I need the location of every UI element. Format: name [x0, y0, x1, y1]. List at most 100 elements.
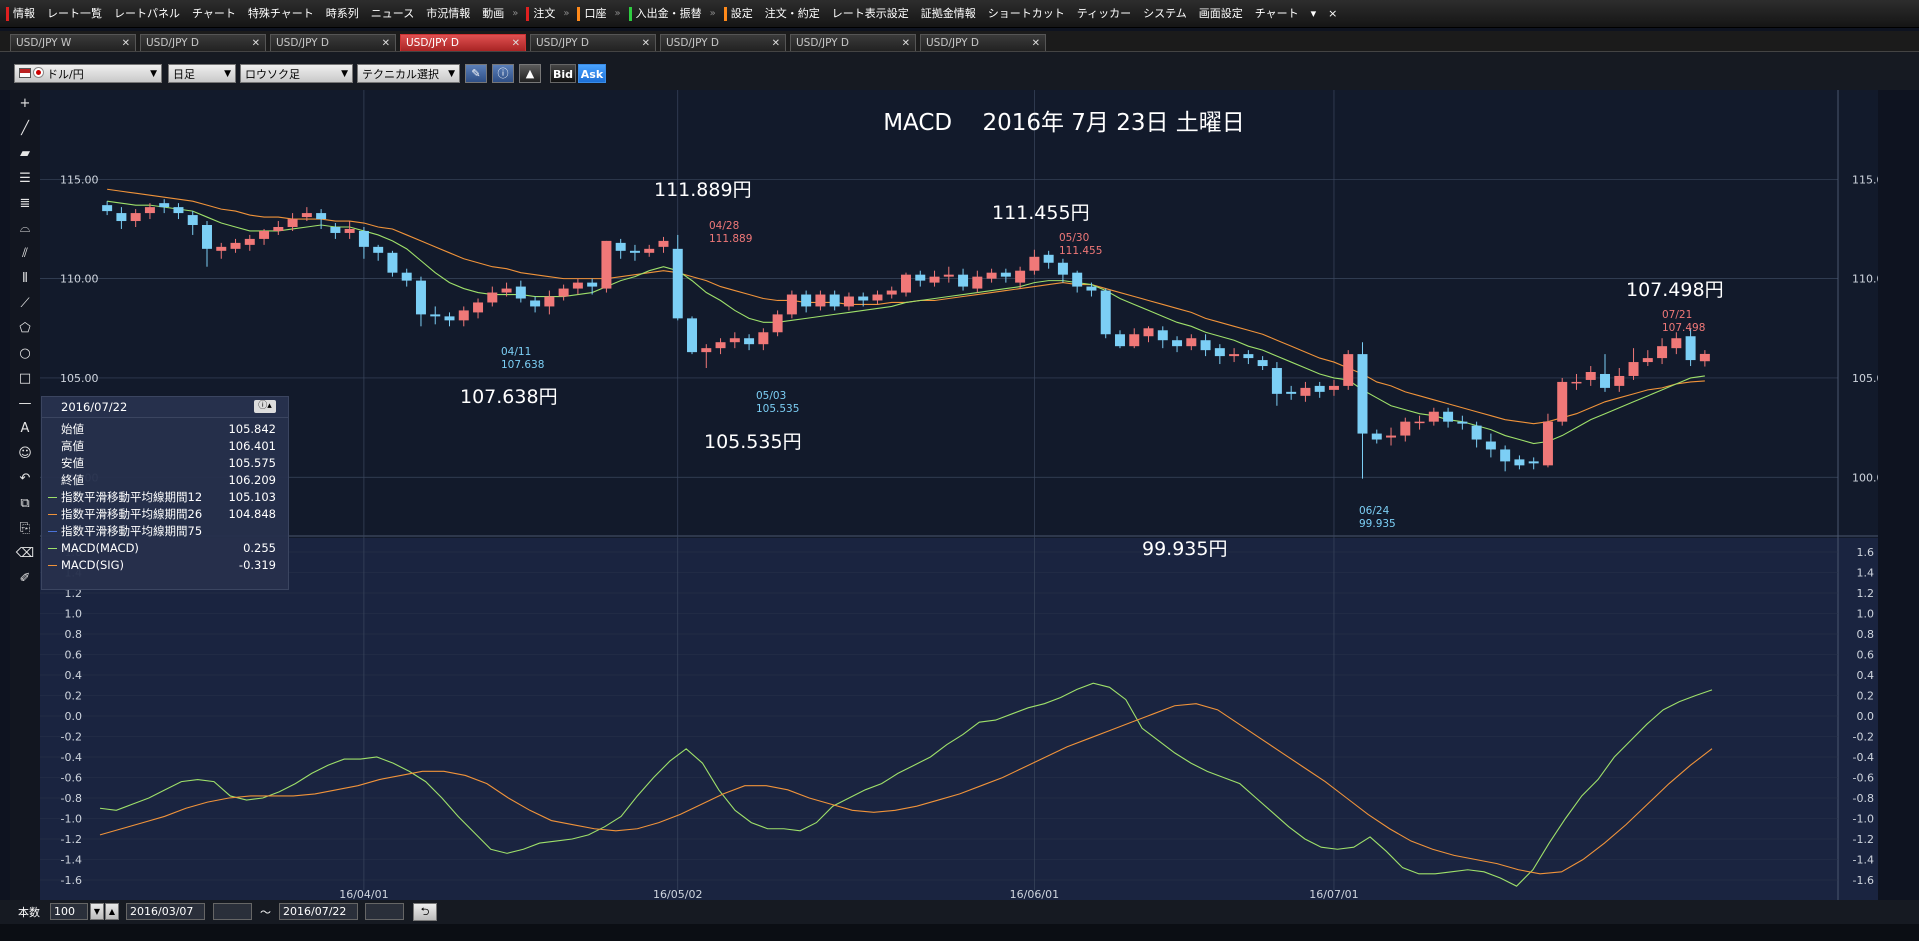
- crosshair-icon[interactable]: +: [14, 94, 36, 114]
- menu-item[interactable]: システム: [1137, 0, 1193, 27]
- eraser-icon[interactable]: ⌫: [14, 544, 36, 564]
- close-tab-icon[interactable]: ✕: [902, 35, 910, 52]
- macd-tick-left: -0.6: [61, 772, 82, 785]
- menu-item[interactable]: 時系列: [320, 0, 365, 27]
- currency-pair-select[interactable]: ドル/円 ▼: [14, 64, 162, 83]
- paste-icon[interactable]: ⎘: [14, 519, 36, 539]
- chart-tab[interactable]: USD/JPY D ✕: [270, 34, 396, 51]
- menu-item[interactable]: 証拠金情報: [915, 0, 982, 27]
- chart-tab[interactable]: USD/JPY D ✕: [530, 34, 656, 51]
- copy-icon[interactable]: ⧉: [14, 494, 36, 514]
- apply-range-icon[interactable]: ⮌: [413, 903, 437, 921]
- menu-item[interactable]: ニュース: [365, 0, 420, 27]
- close-tab-icon[interactable]: ✕: [772, 35, 780, 52]
- chart-tab[interactable]: USD/JPY D ✕: [790, 34, 916, 51]
- menu-item[interactable]: レートパネル: [108, 0, 186, 27]
- multi-lines-icon[interactable]: ≣: [14, 194, 36, 214]
- menu-item[interactable]: ▾: [1305, 0, 1323, 27]
- macd-tick-right: 0.4: [1857, 669, 1875, 682]
- channel-icon[interactable]: ⟋: [14, 294, 36, 314]
- menu-item[interactable]: 市況情報: [420, 0, 476, 27]
- close-tab-icon[interactable]: ✕: [252, 35, 260, 52]
- macd-tick-right: -0.8: [1853, 792, 1874, 805]
- pentagon-icon[interactable]: ⬠: [14, 319, 36, 339]
- date-tick: 16/07/01: [1309, 888, 1358, 900]
- menu-item[interactable]: 口座: [571, 0, 612, 27]
- eraser-all-icon[interactable]: ✐: [14, 569, 36, 589]
- macd-tick-right: -1.0: [1853, 813, 1874, 826]
- chart-tab-label: USD/JPY D: [406, 37, 460, 49]
- menu-item[interactable]: ショートカット: [982, 0, 1071, 27]
- menu-item[interactable]: チャート: [186, 0, 242, 27]
- candle-body: [487, 292, 498, 303]
- menu-item[interactable]: ×: [1322, 0, 1343, 27]
- menu-item[interactable]: レート表示設定: [826, 0, 915, 27]
- candle-body: [387, 252, 398, 273]
- close-tab-icon[interactable]: ✕: [382, 35, 390, 52]
- ask-button[interactable]: Ask: [578, 64, 606, 83]
- menu-item[interactable]: 画面設定: [1193, 0, 1249, 27]
- macd-tick-right: -1.4: [1853, 854, 1874, 867]
- macd-tick-right: -1.2: [1853, 833, 1874, 846]
- macd-tick-left: -0.4: [61, 751, 82, 764]
- close-tab-icon[interactable]: ✕: [512, 35, 520, 52]
- menu-item[interactable]: 注文・約定: [759, 0, 826, 27]
- chart-tab[interactable]: USD/JPY D ✕: [920, 34, 1046, 51]
- circle-icon[interactable]: ○: [14, 344, 36, 364]
- ruler-icon[interactable]: ▰: [14, 144, 36, 164]
- menu-item[interactable]: 情報: [0, 0, 41, 27]
- chart-area[interactable]: 120.00120.00115.00115.00110.00110.00105.…: [40, 74, 1891, 901]
- candle-body: [658, 240, 669, 247]
- count-up-icon[interactable]: ▲: [105, 903, 119, 920]
- macd-tick-right: -1.6: [1853, 874, 1874, 887]
- info-icon[interactable]: ⓘ: [492, 64, 514, 83]
- horizontal-line-icon[interactable]: —: [14, 394, 36, 414]
- menu-item[interactable]: 注文: [520, 0, 561, 27]
- horizontal-lines-icon[interactable]: ☰: [14, 169, 36, 189]
- chart-tab[interactable]: USD/JPY D ✕: [140, 34, 266, 51]
- start-time-input[interactable]: [213, 903, 252, 920]
- close-tab-icon[interactable]: ✕: [122, 35, 130, 52]
- macd-tick-right: 1.4: [1857, 567, 1875, 580]
- info-collapse-icon[interactable]: ⓘ▴: [254, 400, 276, 413]
- text-icon[interactable]: A: [14, 419, 36, 439]
- bid-button[interactable]: Bid: [550, 64, 576, 83]
- menu-item[interactable]: 動画: [476, 0, 510, 27]
- rectangle-icon[interactable]: □: [14, 369, 36, 389]
- start-date-input[interactable]: 2016/03/07: [126, 903, 205, 920]
- macd-tick-right: 1.0: [1857, 608, 1875, 621]
- end-time-input[interactable]: [365, 903, 404, 920]
- menu-item[interactable]: レート一覧: [41, 0, 108, 27]
- info-row-value: 106.209: [228, 473, 276, 487]
- count-down-icon[interactable]: ▼: [90, 903, 104, 920]
- trendline-icon[interactable]: ╱: [14, 119, 36, 139]
- vertical-lines-icon[interactable]: ⦀: [14, 269, 36, 289]
- menu-item[interactable]: チャート: [1249, 0, 1305, 27]
- range-bar: 本数 100 ▼ ▲ 2016/03/07 ～ 2016/07/22 ⮌: [0, 900, 1919, 924]
- technical-select[interactable]: テクニカル選択 ▼: [357, 64, 460, 83]
- count-input[interactable]: 100: [50, 903, 88, 920]
- menu-item-label: 設定: [730, 7, 753, 20]
- candle-body: [1043, 254, 1054, 263]
- menu-item[interactable]: 設定: [718, 0, 759, 27]
- menu-item[interactable]: ティッカー: [1071, 0, 1137, 27]
- high-date-label: 04/28: [709, 220, 739, 232]
- close-tab-icon[interactable]: ✕: [642, 35, 650, 52]
- info-row: 指数平滑移動平均線期間75: [42, 523, 288, 540]
- close-tab-icon[interactable]: ✕: [1032, 35, 1040, 52]
- chart-tab[interactable]: USD/JPY D ✕: [400, 34, 526, 51]
- pen-icon[interactable]: ✎: [465, 64, 487, 83]
- menu-item[interactable]: 特殊チャート: [242, 0, 320, 27]
- smiley-icon[interactable]: ☺: [14, 444, 36, 464]
- chart-tab[interactable]: USD/JPY W ✕: [10, 34, 136, 51]
- undo-icon[interactable]: ↶: [14, 469, 36, 489]
- high-date-label: 07/21: [1662, 309, 1692, 321]
- menu-item[interactable]: 入出金・振替: [623, 0, 708, 27]
- period-select[interactable]: 日足 ▼: [168, 64, 236, 83]
- chart-type-select[interactable]: ロウソク足 ▼: [240, 64, 353, 83]
- fan-icon[interactable]: ⫽: [14, 244, 36, 264]
- fibonacci-arc-icon[interactable]: ⌓: [14, 219, 36, 239]
- end-date-input[interactable]: 2016/07/22: [279, 903, 358, 920]
- chart-tab[interactable]: USD/JPY D ✕: [660, 34, 786, 51]
- mountain-chart-icon[interactable]: ▲: [519, 64, 541, 83]
